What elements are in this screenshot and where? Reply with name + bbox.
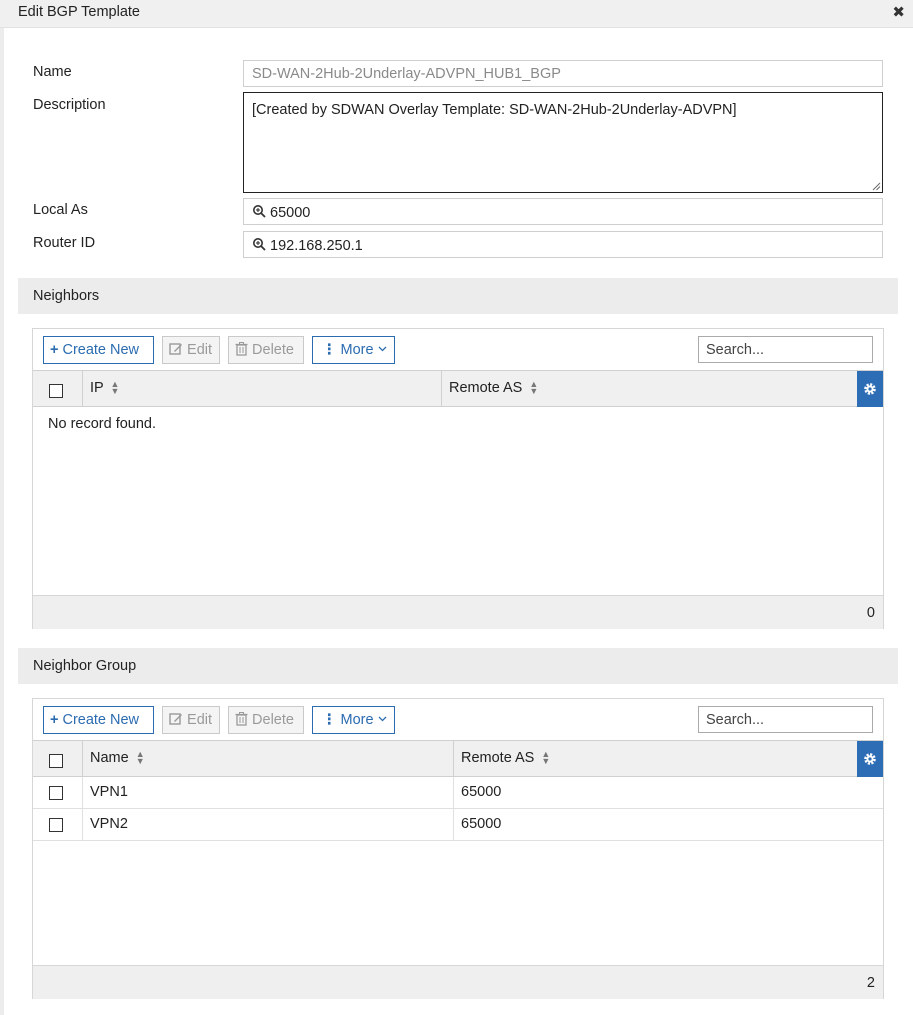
sort-icon: ▲ ▼ [541,749,551,767]
local-as-value: 65000 [270,204,311,221]
more-label: More [340,712,374,728]
edit-button[interactable]: Edit [162,336,220,364]
more-dots-icon: ⋮ [322,712,337,728]
neighbors-table-footer: 0 [33,595,883,629]
column-settings-gear-icon[interactable] [857,371,883,407]
delete-label: Delete [252,342,294,358]
empty-message: No record found. [48,416,157,432]
neighbor-group-table-footer: 2 [33,965,883,999]
remote-as-cell: 65000 [453,809,883,840]
edit-bgp-template-dialog: Edit BGP Template ✖ Name SD-WAN-2Hub-2Un… [0,0,913,1015]
neighbors-table-body: No record found. [33,407,883,595]
neighbor-group-table-panel: +Create New Edit Delete ⋮More Name ▲▼ [32,698,884,999]
chevron-down-icon [378,346,387,352]
trash-icon [235,712,248,726]
dialog-title: Edit BGP Template [18,4,140,20]
search-icon [252,237,270,255]
column-header-name[interactable]: Name ▲ ▼ [82,741,453,777]
edit-icon [169,343,182,355]
sort-icon: ▲ ▼ [110,379,120,397]
create-new-label: Create New [62,342,140,358]
neighbors-section-title: Neighbors [33,288,100,304]
sort-icon: ▲ ▼ [529,379,539,397]
delete-button[interactable]: Delete [228,706,304,734]
column-header-remote-as-label: Remote AS [449,380,523,396]
name-field[interactable]: SD-WAN-2Hub-2Underlay-ADVPN_HUB1_BGP [243,60,883,87]
description-textarea[interactable]: [Created by SDWAN Overlay Template: SD-W… [243,92,883,193]
more-dots-icon: ⋮ [322,342,337,358]
neighbors-table-header: IP ▲ ▼ Remote AS ▲ ▼ [33,370,883,407]
remote-as-cell: 65000 [453,777,883,808]
column-settings-gear-icon[interactable] [857,741,883,777]
column-header-name-label: Name [90,750,129,766]
neighbor-group-table-body: VPN1 65000 VPN2 65000 [33,777,883,965]
resize-grip-icon[interactable] [872,182,881,191]
local-as-field[interactable]: 65000 [243,198,883,225]
edit-icon [169,713,182,725]
trash-icon [235,342,248,356]
name-label: Name [33,64,72,80]
edit-label: Edit [187,342,213,358]
column-header-ip[interactable]: IP ▲ ▼ [82,371,441,407]
column-header-ip-label: IP [90,380,104,396]
more-button[interactable]: ⋮ More [312,706,395,734]
neighbor-group-search-input[interactable] [698,706,873,733]
edit-label: Edit [187,712,213,728]
name-cell: VPN1 [82,777,453,808]
neighbor-group-section-title: Neighbor Group [33,658,137,674]
table-row[interactable]: VPN2 65000 [33,809,883,841]
neighbors-table-panel: +Create New Edit Delete ⋮More IP ▲▼ [32,328,884,629]
select-all-checkbox[interactable] [49,754,63,768]
column-header-remote-as-label: Remote AS [461,750,535,766]
select-all-checkbox[interactable] [49,384,63,398]
name-cell: VPN2 [82,809,453,840]
delete-label: Delete [252,712,294,728]
create-new-button[interactable]: + Create New [43,336,154,364]
search-icon [252,204,270,222]
dialog-titlebar: Edit BGP Template ✖ [0,0,913,28]
more-label: More [340,342,374,358]
router-id-value: 192.168.250.1 [270,237,363,254]
more-button[interactable]: ⋮ More [312,336,395,364]
row-checkbox[interactable] [49,786,63,800]
local-as-label: Local As [33,202,88,218]
neighbors-search-input[interactable] [698,336,873,363]
neighbor-group-table-header: Name ▲ ▼ Remote AS ▲ ▼ [33,740,883,777]
neighbor-group-section-header: Neighbor Group [18,648,898,684]
plus-icon: + [50,342,59,358]
create-new-button[interactable]: + Create New [43,706,154,734]
router-id-label: Router ID [33,235,96,251]
sort-icon: ▲ ▼ [135,749,145,767]
row-checkbox[interactable] [49,818,63,832]
router-id-field[interactable]: 192.168.250.1 [243,231,883,258]
column-header-remote-as[interactable]: Remote AS ▲ ▼ [453,741,857,777]
table-row[interactable]: VPN1 65000 [33,777,883,809]
close-icon[interactable]: ✖ [892,3,905,21]
description-label: Description [33,97,106,113]
delete-button[interactable]: Delete [228,336,304,364]
chevron-down-icon [378,716,387,722]
column-header-remote-as[interactable]: Remote AS ▲ ▼ [441,371,857,407]
record-count: 2 [866,975,875,991]
create-new-label: Create New [62,712,140,728]
edit-button[interactable]: Edit [162,706,220,734]
record-count: 0 [866,605,875,621]
plus-icon: + [50,712,59,728]
neighbors-section-header: Neighbors [18,278,898,314]
description-text: [Created by SDWAN Overlay Template: SD-W… [252,102,737,118]
dialog-edge [0,28,4,1015]
